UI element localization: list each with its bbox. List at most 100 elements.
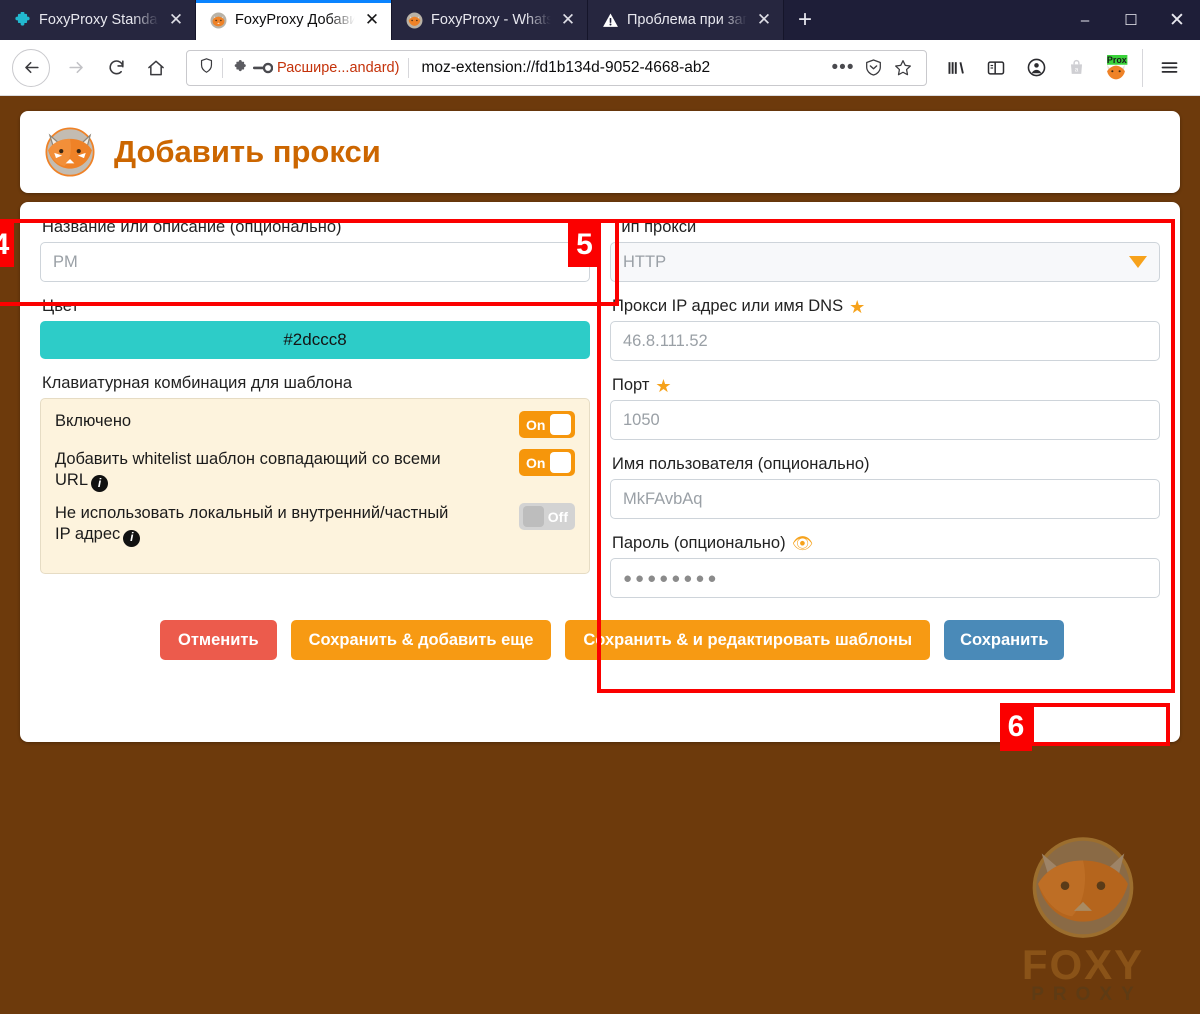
no-local-ip-toggle[interactable]: Off bbox=[519, 503, 575, 531]
url-text[interactable]: moz-extension://fd1b134d-9052-4668-ab2 bbox=[409, 59, 828, 77]
save-and-edit-patterns-button[interactable]: Сохранить & и редактировать шаблоны bbox=[565, 620, 931, 661]
info-icon[interactable]: i bbox=[123, 529, 141, 547]
shopping-bag-icon[interactable]: a bbox=[1057, 49, 1095, 87]
tab-close-icon[interactable]: ✕ bbox=[755, 11, 773, 29]
account-icon[interactable] bbox=[1017, 49, 1055, 87]
browser-toolbar-icons: a Prox bbox=[937, 48, 1188, 87]
tab-title: FoxyProxy Standard – bbox=[39, 12, 159, 28]
username-label: Имя пользователя (опционально) bbox=[612, 455, 870, 473]
bookmark-star-icon[interactable] bbox=[888, 58, 918, 78]
tab-close-icon[interactable]: ✕ bbox=[167, 11, 185, 29]
puzzle-icon bbox=[15, 11, 30, 26]
port-label: Порт ★ bbox=[612, 376, 1160, 395]
forward-button[interactable] bbox=[56, 48, 96, 88]
svg-text:Prox: Prox bbox=[1107, 55, 1127, 65]
sidebar-icon[interactable] bbox=[977, 49, 1015, 87]
proxy-type-label: Тип прокси bbox=[612, 218, 697, 236]
home-button[interactable] bbox=[136, 48, 176, 88]
browser-tab-bar: FoxyProxy Standard – ✕ FoxyProxy Добавит… bbox=[0, 0, 1200, 40]
annotation-badge-6: 6 bbox=[1000, 703, 1032, 751]
browser-tab-2[interactable]: FoxyProxy - Whats My ✕ bbox=[392, 0, 588, 40]
extension-name-label: Расшире...andard) bbox=[277, 59, 400, 76]
tab-strip: FoxyProxy Standard – ✕ FoxyProxy Добавит… bbox=[0, 0, 784, 40]
color-field-label: Цвет bbox=[42, 297, 79, 315]
proxy-form-card: Название или описание (опционально) PM Ц… bbox=[20, 202, 1180, 742]
library-icon[interactable] bbox=[937, 49, 975, 87]
watermark-line-2: PROXY bbox=[1031, 984, 1143, 1006]
reader-pocket-icon[interactable] bbox=[858, 58, 888, 77]
eye-icon[interactable]: 👁 bbox=[792, 535, 814, 552]
tab-close-icon[interactable]: ✕ bbox=[363, 11, 381, 29]
page-title: Добавить прокси bbox=[114, 134, 381, 169]
foxyproxy-logo bbox=[45, 127, 95, 177]
port-input[interactable]: 1050 bbox=[610, 400, 1160, 440]
window-close-button[interactable]: ✕ bbox=[1154, 0, 1200, 40]
left-column: Название или описание (опционально) PM Ц… bbox=[40, 218, 590, 598]
save-button[interactable]: Сохранить bbox=[944, 620, 1065, 661]
tab-title: Проблема при загруз bbox=[627, 12, 747, 28]
password-input[interactable]: ●●●●●●●● bbox=[610, 558, 1160, 598]
whitelist-toggle[interactable]: On bbox=[519, 449, 575, 476]
toolbar-divider bbox=[1142, 48, 1143, 87]
toggle-state-text: On bbox=[526, 454, 546, 471]
browser-navigation-bar: Расшире...andard) moz-extension://fd1b13… bbox=[0, 40, 1200, 96]
form-buttons: Отменить Сохранить & добавить еще Сохран… bbox=[40, 620, 1160, 661]
foxyproxy-watermark: FOXY PROXY bbox=[994, 830, 1172, 1006]
window-maximize-button[interactable]: ☐ bbox=[1108, 0, 1154, 40]
window-minimize-button[interactable]: – bbox=[1062, 0, 1108, 40]
watermark-line-1: FOXY bbox=[1021, 941, 1145, 989]
toggle-label-text: Добавить whitelist шаблон совпадающий со… bbox=[55, 450, 441, 490]
toggle-row-no-local-ip: Не использовать локальный и внутренний/ч… bbox=[55, 503, 575, 547]
extension-identity-chip[interactable]: Расшире...andard) bbox=[223, 59, 408, 76]
toggle-label: Добавить whitelist шаблон совпадающий со… bbox=[55, 449, 465, 493]
warning-icon bbox=[603, 12, 618, 27]
window-controls: – ☐ ✕ bbox=[1062, 0, 1200, 40]
tab-title: FoxyProxy - Whats My bbox=[431, 12, 551, 28]
chevron-down-icon bbox=[1129, 256, 1147, 268]
toggle-state-text: On bbox=[526, 416, 546, 433]
menu-icon[interactable] bbox=[1150, 49, 1188, 87]
browser-tab-3[interactable]: Проблема при загруз ✕ bbox=[588, 0, 784, 40]
host-input[interactable]: 46.8.111.52 bbox=[610, 321, 1160, 361]
home-icon bbox=[148, 60, 164, 75]
toggle-knob bbox=[523, 506, 544, 528]
tab-title: FoxyProxy Добавить п bbox=[235, 12, 355, 28]
foxyproxy-watermark-logo bbox=[1032, 837, 1134, 939]
cancel-button[interactable]: Отменить bbox=[160, 620, 277, 661]
proxy-type-select[interactable]: HTTP bbox=[610, 242, 1160, 282]
password-dots: ●●●●●●●● bbox=[623, 569, 720, 587]
page-actions-button[interactable]: ••• bbox=[828, 57, 858, 79]
puzzle-piece-icon bbox=[234, 60, 246, 72]
port-label-text: Порт bbox=[612, 376, 650, 394]
back-button[interactable] bbox=[12, 48, 50, 87]
annotation-badge-5: 5 bbox=[568, 222, 601, 267]
browser-tab-1[interactable]: FoxyProxy Добавить п ✕ bbox=[196, 0, 392, 40]
save-and-add-more-button[interactable]: Сохранить & добавить еще bbox=[290, 620, 552, 661]
toggle-label: Включено bbox=[55, 412, 132, 430]
host-label-text: Прокси IP адрес или имя DNS bbox=[612, 297, 844, 315]
url-bar[interactable]: Расшире...andard) moz-extension://fd1b13… bbox=[186, 49, 927, 86]
svg-text:a: a bbox=[1074, 66, 1078, 73]
tab-close-icon[interactable]: ✕ bbox=[559, 11, 577, 29]
color-swatch-button[interactable]: #2dccc8 bbox=[40, 321, 590, 359]
username-input[interactable]: MkFAvbAq bbox=[610, 479, 1160, 519]
password-label-text: Пароль (опционально) bbox=[612, 534, 786, 552]
key-icon bbox=[253, 62, 273, 73]
toggle-knob bbox=[550, 414, 571, 435]
toggle-knob bbox=[550, 452, 571, 473]
info-icon[interactable]: i bbox=[91, 475, 109, 493]
toggle-state-text: Off bbox=[547, 508, 568, 525]
annotation-badge-4: 4 bbox=[0, 222, 14, 267]
shortcut-section-label: Клавиатурная комбинация для шаблона bbox=[42, 374, 353, 392]
host-label: Прокси IP адрес или имя DNS ★ bbox=[612, 297, 1160, 316]
tracking-protection-shield-icon[interactable] bbox=[198, 57, 215, 79]
password-label: Пароль (опционально) 👁 bbox=[612, 534, 1160, 553]
foxyproxy-icon bbox=[210, 12, 227, 28]
browser-tab-0[interactable]: FoxyProxy Standard – ✕ bbox=[0, 0, 196, 40]
new-tab-button[interactable]: + bbox=[784, 0, 826, 40]
title-input[interactable]: PM bbox=[40, 242, 590, 282]
reload-button[interactable] bbox=[96, 48, 136, 88]
foxyproxy-toolbar-icon[interactable]: Prox bbox=[1097, 49, 1135, 87]
right-column: Тип прокси HTTP Прокси IP адрес или имя … bbox=[610, 218, 1160, 598]
enabled-toggle[interactable]: On bbox=[519, 411, 575, 438]
